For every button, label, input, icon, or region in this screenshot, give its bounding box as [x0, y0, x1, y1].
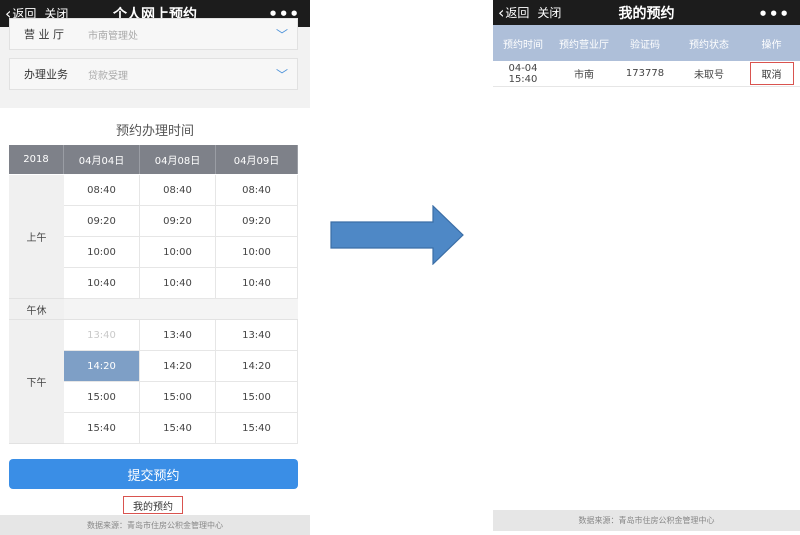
time-slot[interactable]: 14:20: [216, 351, 298, 382]
table-row: 04-04 15:40 市南 173778 未取号 取消: [493, 61, 800, 87]
time-slot[interactable]: 14:20: [64, 351, 140, 382]
header-hall: 预约营业厅: [559, 39, 609, 51]
nav-bar: ‹ 返回 关闭 我的预约 •••: [493, 0, 800, 25]
noon-band: [64, 299, 298, 320]
footer-source: 数据来源：青岛市住房公积金管理中心: [0, 515, 310, 535]
header-status: 预约状态: [689, 39, 729, 51]
close-button[interactable]: 关闭: [537, 4, 561, 21]
chevron-down-icon: ﹀: [275, 67, 288, 82]
cell-time: 04-04 15:40: [508, 62, 538, 85]
business-value: 贷款受理: [88, 70, 128, 82]
time-slot[interactable]: 15:40: [140, 413, 216, 444]
chevron-left-icon: ‹: [498, 2, 505, 22]
time-slot[interactable]: 15:40: [216, 413, 298, 444]
header-time: 预约时间: [503, 39, 543, 51]
time-slot[interactable]: 09:20: [216, 206, 298, 237]
time-slot[interactable]: 15:00: [140, 382, 216, 413]
schedule-title: 预约办理时间: [115, 124, 194, 139]
cell-status: 未取号: [694, 70, 724, 81]
time-slot[interactable]: 09:20: [64, 206, 140, 237]
time-slot[interactable]: 08:40: [64, 175, 140, 206]
date-header: 04月04日: [64, 145, 140, 174]
time-slot[interactable]: 08:40: [140, 175, 216, 206]
booking-screen: ‹ 返回 关闭 个人网上预约 ••• 营 业 厅 市南管理处 ﹀ 办理业务 贷款…: [0, 0, 310, 535]
back-button[interactable]: ‹ 返回: [498, 4, 529, 21]
morning-label: 上午: [9, 175, 64, 299]
hall-value: 市南管理处: [88, 30, 138, 42]
cell-code: 173778: [625, 68, 665, 79]
business-select[interactable]: 办理业务 贷款受理 ﹀: [9, 58, 298, 90]
time-slot[interactable]: 10:40: [216, 268, 298, 299]
booking-table-header: 预约时间 预约营业厅 验证码 预约状态 操作: [493, 25, 800, 61]
footer-source: 数据来源：青岛市住房公积金管理中心: [493, 510, 800, 531]
back-label: 返回: [505, 6, 530, 20]
time-slot[interactable]: 15:40: [64, 413, 140, 444]
chevron-down-icon: ﹀: [275, 27, 288, 42]
time-slot[interactable]: 15:00: [216, 382, 298, 413]
year-header: 2018: [9, 145, 64, 174]
noon-label: 午休: [9, 299, 64, 320]
my-booking-link[interactable]: 我的预约: [123, 496, 183, 514]
hall-select[interactable]: 营 业 厅 市南管理处 ﹀: [9, 18, 298, 50]
time-slot[interactable]: 10:00: [216, 237, 298, 268]
afternoon-label: 下午: [9, 320, 64, 444]
comparison-figure: ‹ 返回 关闭 个人网上预约 ••• 营 业 厅 市南管理处 ﹀ 办理业务 贷款…: [0, 0, 800, 535]
hall-label: 营 业 厅: [24, 28, 64, 41]
time-slot[interactable]: 14:20: [140, 351, 216, 382]
time-slot[interactable]: 10:40: [64, 268, 140, 299]
date-header: 04月08日: [140, 145, 216, 174]
cancel-button[interactable]: 取消: [749, 62, 794, 85]
header-action: 操作: [761, 39, 782, 51]
submit-button[interactable]: 提交预约: [9, 459, 298, 489]
schedule-card: 预约办理时间 2018 04月04日 04月08日 04月09日 上午 08:40 08:4…: [0, 108, 310, 515]
header-code: 验证码: [630, 39, 660, 51]
time-slot[interactable]: 08:40: [216, 175, 298, 206]
cell-action: 取消: [743, 62, 800, 85]
arrow-right-icon: [330, 205, 464, 265]
time-slot[interactable]: 13:40: [140, 320, 216, 351]
cell-hall: 市南: [574, 70, 594, 81]
time-slot: 13:40: [64, 320, 140, 351]
date-header: 04月09日: [216, 145, 298, 174]
time-slot[interactable]: 10:00: [64, 237, 140, 268]
my-booking-screen: ‹ 返回 关闭 我的预约 ••• 预约时间 预约营业厅 验证码 预约状态 操作 …: [493, 0, 800, 531]
time-slot[interactable]: 10:00: [140, 237, 216, 268]
time-slot[interactable]: 13:40: [216, 320, 298, 351]
more-icon[interactable]: •••: [758, 5, 790, 23]
business-label: 办理业务: [24, 68, 68, 81]
time-slot[interactable]: 10:40: [140, 268, 216, 299]
time-slot[interactable]: 09:20: [140, 206, 216, 237]
time-slot[interactable]: 15:00: [64, 382, 140, 413]
